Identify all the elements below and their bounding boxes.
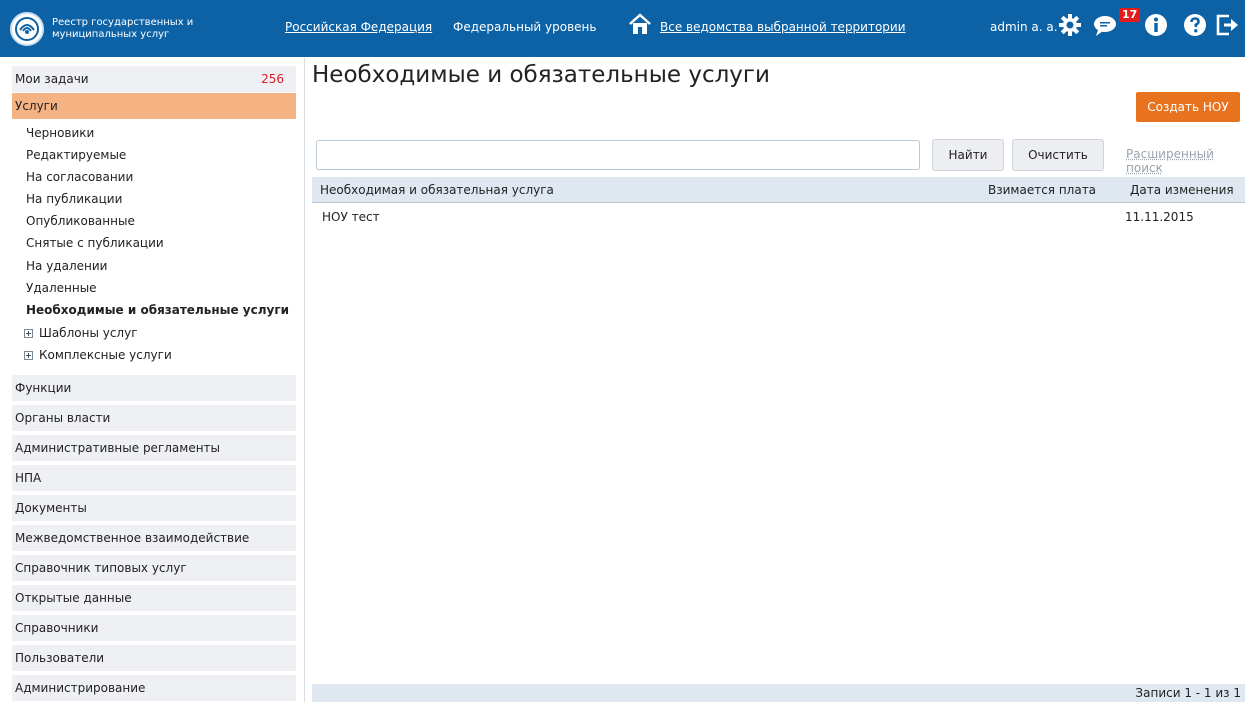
sidebar-item-users[interactable]: Пользователи bbox=[12, 645, 296, 671]
column-header-date[interactable]: Дата изменения bbox=[1130, 183, 1234, 197]
cell-date: 11.11.2015 bbox=[1125, 210, 1194, 224]
sidebar-item-services[interactable]: Услуги bbox=[12, 93, 296, 119]
departments-selector[interactable]: Все ведомства выбранной территории bbox=[660, 20, 906, 34]
sidebar-item-label: Услуги bbox=[15, 99, 58, 113]
sidebar-item-interagency[interactable]: Межведомственное взаимодействие bbox=[12, 525, 296, 551]
sidebar-item-directories[interactable]: Справочники bbox=[12, 615, 296, 641]
sidebar-tree-complex[interactable]: Комплексные услуги bbox=[24, 348, 172, 362]
sidebar-tree-templates[interactable]: Шаблоны услуг bbox=[24, 326, 138, 340]
top-bar: Реестр государственных и муниципальных у… bbox=[0, 0, 1245, 58]
records-count: Записи 1 - 1 из 1 bbox=[1135, 686, 1241, 700]
sidebar-item-my-tasks[interactable]: Мои задачи 256 bbox=[12, 66, 296, 92]
pagination-bar: Записи 1 - 1 из 1 bbox=[312, 684, 1245, 702]
sidebar-subitem-deleting[interactable]: На удалении bbox=[26, 259, 107, 273]
table-header: Необходимая и обязательная услуга Взимае… bbox=[312, 177, 1245, 203]
sidebar-subitem-drafts[interactable]: Черновики bbox=[26, 126, 94, 140]
sidebar-item-npa[interactable]: НПА bbox=[12, 465, 296, 491]
sidebar-item-label: НПА bbox=[15, 471, 42, 485]
sidebar-subitem-deleted[interactable]: Удаленные bbox=[26, 281, 97, 295]
sidebar-subitem-editing[interactable]: Редактируемые bbox=[26, 148, 126, 162]
level-selector[interactable]: Федеральный уровень bbox=[453, 20, 596, 34]
logout-icon[interactable] bbox=[1214, 12, 1240, 38]
sidebar-item-regulations[interactable]: Административные регламенты bbox=[12, 435, 296, 461]
sidebar-item-authorities[interactable]: Органы власти bbox=[12, 405, 296, 431]
region-selector[interactable]: Российская Федерация bbox=[285, 20, 432, 34]
user-name[interactable]: admin a. a. bbox=[990, 20, 1058, 34]
tasks-count-badge: 256 bbox=[261, 72, 284, 86]
column-header-service[interactable]: Необходимая и обязательная услуга bbox=[320, 183, 554, 197]
gear-icon[interactable] bbox=[1057, 12, 1083, 38]
expand-plus-icon[interactable] bbox=[24, 328, 33, 338]
sidebar-item-documents[interactable]: Документы bbox=[12, 495, 296, 521]
page-title: Необходимые и обязательные услуги bbox=[312, 62, 770, 88]
sidebar-item-label: Справочник типовых услуг bbox=[15, 561, 187, 575]
sidebar-item-label: Администрирование bbox=[15, 681, 146, 695]
find-button[interactable]: Найти bbox=[932, 139, 1004, 171]
cell-service-name[interactable]: НОУ тест bbox=[322, 210, 380, 224]
sidebar-subitem-published[interactable]: Опубликованные bbox=[26, 214, 135, 228]
sidebar-item-label: Межведомственное взаимодействие bbox=[15, 531, 250, 545]
sidebar-item-label: Открытые данные bbox=[15, 591, 132, 605]
expand-plus-icon[interactable] bbox=[24, 350, 33, 360]
sidebar-tree-label: Шаблоны услуг bbox=[39, 326, 138, 340]
info-icon[interactable] bbox=[1143, 12, 1169, 38]
sidebar-item-label: Функции bbox=[15, 381, 72, 395]
sidebar-item-administration[interactable]: Администрирование bbox=[12, 675, 296, 701]
sidebar-subitem-publishing[interactable]: На публикации bbox=[26, 192, 122, 206]
sidebar-item-label: Органы власти bbox=[15, 411, 111, 425]
sidebar-item-typical-services[interactable]: Справочник типовых услуг bbox=[12, 555, 296, 581]
sidebar: Мои задачи 256 Услуги Черновики Редактир… bbox=[0, 58, 305, 702]
logo-emblem-icon bbox=[10, 12, 44, 46]
chat-icon[interactable] bbox=[1092, 12, 1118, 38]
create-button[interactable]: Создать НОУ bbox=[1136, 92, 1240, 122]
column-header-paid[interactable]: Взимается плата bbox=[988, 183, 1096, 197]
sidebar-item-label: Пользователи bbox=[15, 651, 105, 665]
advanced-search-link[interactable]: Расширенный поиск bbox=[1126, 147, 1245, 175]
sidebar-item-label: Справочники bbox=[15, 621, 99, 635]
sidebar-subitem-required-services[interactable]: Необходимые и обязательные услуги bbox=[26, 303, 289, 317]
sidebar-subitem-unpublished[interactable]: Снятые с публикации bbox=[26, 236, 164, 250]
logo-text: Реестр государственных и муниципальных у… bbox=[52, 17, 194, 40]
home-icon bbox=[629, 13, 651, 34]
sidebar-item-label: Мои задачи bbox=[15, 72, 89, 86]
sidebar-tree-label: Комплексные услуги bbox=[39, 348, 172, 362]
sidebar-item-label: Документы bbox=[15, 501, 87, 515]
help-icon[interactable] bbox=[1182, 12, 1208, 38]
logo[interactable]: Реестр государственных и муниципальных у… bbox=[10, 6, 270, 52]
notifications-badge: 17 bbox=[1119, 8, 1141, 22]
sidebar-item-functions[interactable]: Функции bbox=[12, 375, 296, 401]
search-input[interactable] bbox=[316, 140, 920, 170]
sidebar-item-label: Административные регламенты bbox=[15, 441, 221, 455]
sidebar-subitem-approval[interactable]: На согласовании bbox=[26, 170, 133, 184]
clear-button[interactable]: Очистить bbox=[1012, 139, 1104, 171]
sidebar-item-open-data[interactable]: Открытые данные bbox=[12, 585, 296, 611]
